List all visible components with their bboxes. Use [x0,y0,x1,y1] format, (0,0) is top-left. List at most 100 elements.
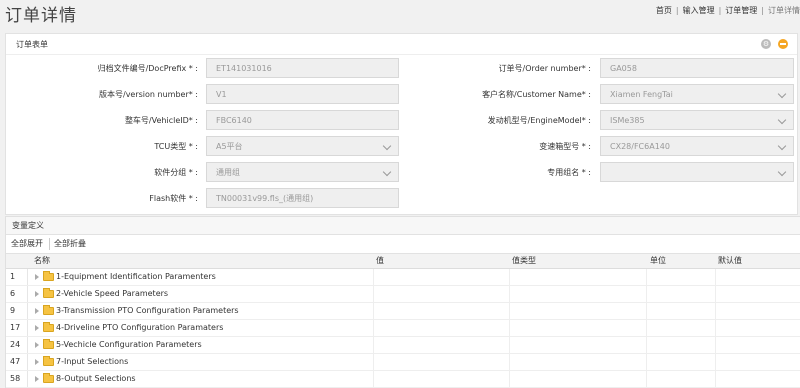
chevron-down-icon [777,167,787,177]
node-label: 5-Vechicle Configuration Parameters [56,340,202,349]
folder-icon [43,356,54,366]
column-header-value[interactable]: 值 [376,254,384,268]
table-row[interactable]: 1 1-Equipment Identification Paramenters [6,269,800,286]
chevron-down-icon [777,89,787,99]
dedicated-group-select[interactable] [600,162,794,182]
tcu-type-select[interactable]: A5平台 [206,136,399,156]
expand-arrow-icon[interactable] [35,274,39,280]
collapse-all-button[interactable]: 全部折叠 [54,235,86,253]
breadcrumb-home[interactable]: 首页 [656,5,672,16]
software-group-select[interactable]: 通用组 [206,162,399,182]
expand-arrow-icon[interactable] [35,376,39,382]
node-label: 1-Equipment Identification Paramenters [56,272,216,281]
column-divider [373,286,374,302]
expand-arrow-icon[interactable] [35,308,39,314]
table-row[interactable]: 6 2-Vehicle Speed Parameters [6,286,800,303]
column-divider [715,303,716,319]
row-number: 47 [6,354,28,370]
column-divider [646,354,647,370]
breadcrumb-separator: | [761,6,764,15]
column-divider [373,303,374,319]
collapse-icon[interactable] [778,39,788,49]
column-divider [509,269,510,285]
column-header-value-type[interactable]: 值类型 [512,254,536,268]
table-row[interactable]: 58 8-Output Selections [6,371,800,388]
column-divider [373,354,374,370]
column-divider [509,286,510,302]
column-divider [646,269,647,285]
node-label: 3-Transmission PTO Configuration Paramet… [56,306,239,315]
customer-name-value: Xiamen FengTai [610,90,673,99]
chevron-down-icon [382,141,392,151]
breadcrumb-current: 订单详情 [768,6,800,15]
row-number: 9 [6,303,28,319]
order-form-panel: 订单表单 ⚙ 归档文件编号/DocPrefix * : ET141031016 … [5,33,798,215]
column-divider [715,286,716,302]
breadcrumb: 首页 | 输入管理 | 订单管理 | 订单详情 [656,5,800,16]
customer-name-label: 客户名称/Customer Name* : [482,90,591,99]
breadcrumb-order-management[interactable]: 订单管理 [725,5,757,16]
column-header-name[interactable]: 名称 [34,254,50,268]
software-group-label: 软件分组 * : [154,168,198,177]
column-header-default[interactable]: 默认值 [718,254,742,268]
table-row[interactable]: 47 7-Input Selections [6,354,800,371]
tcu-type-label: TCU类型 * : [154,142,198,151]
column-divider [509,320,510,336]
row-number: 58 [6,371,28,387]
breadcrumb-input-management[interactable]: 输入管理 [683,5,715,16]
expand-arrow-icon[interactable] [35,342,39,348]
version-label: 版本号/version number* : [99,90,198,99]
flash-software-field[interactable]: TN00031v99.fls_(通用组) [206,188,399,208]
form-row: Flash软件 * : TN00031v99.fls_(通用组) [6,188,797,210]
expand-arrow-icon[interactable] [35,359,39,365]
chevron-down-icon [777,141,787,151]
folder-icon [43,322,54,332]
column-divider [646,286,647,302]
table-row[interactable]: 17 4-Driveline PTO Configuration Paramat… [6,320,800,337]
column-divider [715,337,716,353]
order-number-field[interactable]: GA058 [600,58,794,78]
page-header: 订单详情 首页 | 输入管理 | 订单管理 | 订单详情 [0,0,800,30]
node-label: 8-Output Selections [56,374,136,383]
version-value: V1 [216,90,227,99]
docprefix-field[interactable]: ET141031016 [206,58,399,78]
form-row: 归档文件编号/DocPrefix * : ET141031016 订单号/Ord… [6,58,797,80]
folder-icon [43,271,54,281]
order-number-label: 订单号/Order number* : [498,64,591,73]
tcu-type-value: A5平台 [216,142,243,151]
flash-software-label: Flash软件 * : [149,194,198,203]
engine-model-select[interactable]: ISMe385 [600,110,794,130]
grid-body: 1 1-Equipment Identification Paramenters… [6,269,800,388]
column-divider [646,337,647,353]
grid-header: 名称 值 值类型 单位 默认值 [6,254,800,269]
version-field[interactable]: V1 [206,84,399,104]
gear-icon[interactable]: ⚙ [761,39,771,49]
vehicle-id-value: FBC6140 [216,116,252,125]
expand-arrow-icon[interactable] [35,291,39,297]
customer-name-select[interactable]: Xiamen FengTai [600,84,794,104]
column-header-unit[interactable]: 单位 [650,254,666,268]
vehicle-id-field[interactable]: FBC6140 [206,110,399,130]
column-divider [509,354,510,370]
grid-toolbar: 全部展开 全部折叠 [6,235,800,254]
gearbox-model-label: 变速箱型号 * : [539,142,591,151]
column-divider [509,337,510,353]
column-divider [373,337,374,353]
row-number: 17 [6,320,28,336]
gearbox-model-select[interactable]: CX28/FC6A140 [600,136,794,156]
folder-icon [43,339,54,349]
column-divider [715,371,716,387]
column-divider [646,303,647,319]
folder-icon [43,305,54,315]
software-group-value: 通用组 [216,168,240,177]
docprefix-label: 归档文件编号/DocPrefix * : [97,64,198,73]
column-divider [715,320,716,336]
table-row[interactable]: 9 3-Transmission PTO Configuration Param… [6,303,800,320]
table-row[interactable]: 24 5-Vechicle Configuration Parameters [6,337,800,354]
panel-title: 订单表单 [16,40,48,49]
expand-all-button[interactable]: 全部展开 [11,235,43,253]
node-label: 2-Vehicle Speed Parameters [56,289,169,298]
column-divider [646,320,647,336]
expand-arrow-icon[interactable] [35,325,39,331]
toolbar-divider [49,238,50,250]
